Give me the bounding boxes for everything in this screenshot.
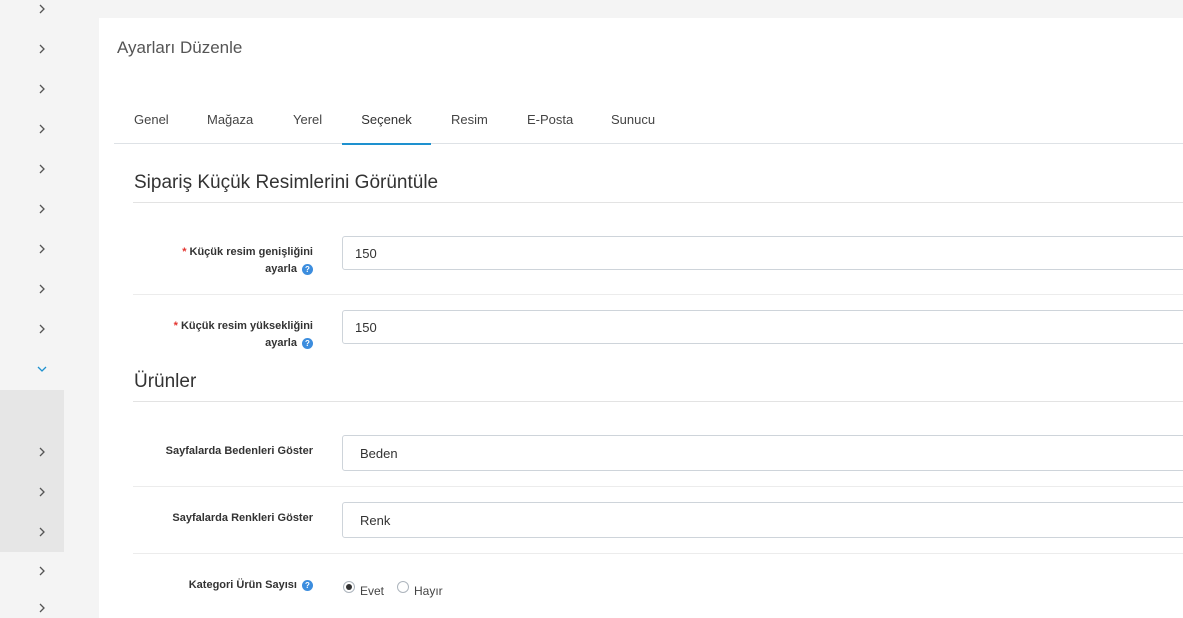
category-count-yes-radio[interactable] — [343, 581, 355, 593]
chevron-right-icon[interactable] — [36, 163, 48, 175]
help-icon[interactable]: ? — [302, 263, 313, 275]
tab-secenek[interactable]: Seçenek — [342, 105, 431, 145]
chevron-right-icon[interactable] — [36, 602, 48, 614]
row-divider — [133, 294, 1183, 295]
chevron-right-icon[interactable] — [36, 243, 48, 255]
sidebar-submenu — [0, 390, 64, 552]
tab-resim[interactable]: Resim — [451, 105, 488, 143]
chevron-right-icon[interactable] — [36, 565, 48, 577]
required-mark: * — [182, 246, 187, 258]
chevron-right-icon[interactable] — [36, 203, 48, 215]
chevron-right-icon[interactable] — [36, 123, 48, 135]
row-divider — [133, 553, 1183, 554]
tab-magaza[interactable]: Mağaza — [207, 105, 253, 143]
settings-tabs: Genel Mağaza Yerel Seçenek Resim E-Posta… — [114, 105, 1183, 145]
settings-panel: Ayarları Düzenle Genel Mağaza Yerel Seçe… — [99, 18, 1183, 618]
help-icon[interactable]: ? — [302, 579, 313, 591]
chevron-right-icon[interactable] — [36, 526, 48, 538]
thumb-width-input[interactable] — [342, 236, 1183, 270]
thumb-height-input[interactable] — [342, 310, 1183, 344]
thumb-height-label: * Küçük resim yüksekliğini ayarla ? — [173, 320, 313, 349]
sidebar — [0, 0, 64, 614]
chevron-right-icon[interactable] — [36, 3, 48, 15]
chevron-right-icon[interactable] — [36, 486, 48, 498]
tab-genel[interactable]: Genel — [134, 105, 169, 143]
chevron-down-icon[interactable] — [36, 363, 48, 375]
section-divider — [133, 202, 1183, 203]
required-mark: * — [173, 320, 178, 332]
chevron-right-icon[interactable] — [36, 83, 48, 95]
help-icon[interactable]: ? — [302, 337, 313, 349]
category-count-no-radio[interactable] — [397, 581, 409, 593]
show-colors-label: Sayfalarda Renkleri Göster — [172, 512, 313, 524]
category-count-yes-label[interactable]: Evet — [360, 584, 384, 598]
section-divider — [133, 401, 1183, 402]
tab-eposta[interactable]: E-Posta — [527, 105, 573, 143]
chevron-right-icon[interactable] — [36, 43, 48, 55]
thumb-width-label: * Küçük resim genişliğini ayarla ? — [182, 246, 313, 275]
show-colors-select[interactable]: Renk — [342, 502, 1183, 538]
chevron-right-icon[interactable] — [36, 446, 48, 458]
show-sizes-value: Beden — [360, 446, 398, 461]
page-title: Ayarları Düzenle — [117, 38, 243, 57]
show-sizes-select[interactable]: Beden — [342, 435, 1183, 471]
tab-yerel[interactable]: Yerel — [293, 105, 322, 143]
show-sizes-label: Sayfalarda Bedenleri Göster — [165, 445, 313, 457]
category-count-no-label[interactable]: Hayır — [414, 584, 443, 598]
show-colors-value: Renk — [360, 513, 391, 528]
category-count-label: Kategori Ürün Sayısı ? — [133, 577, 313, 594]
section-title-order-thumbnails: Sipariş Küçük Resimlerini Görüntüle — [134, 172, 439, 193]
row-divider — [133, 486, 1183, 487]
section-title-products: Ürünler — [134, 371, 197, 392]
chevron-right-icon[interactable] — [36, 323, 48, 335]
chevron-right-icon[interactable] — [36, 283, 48, 295]
tab-sunucu[interactable]: Sunucu — [611, 105, 655, 143]
